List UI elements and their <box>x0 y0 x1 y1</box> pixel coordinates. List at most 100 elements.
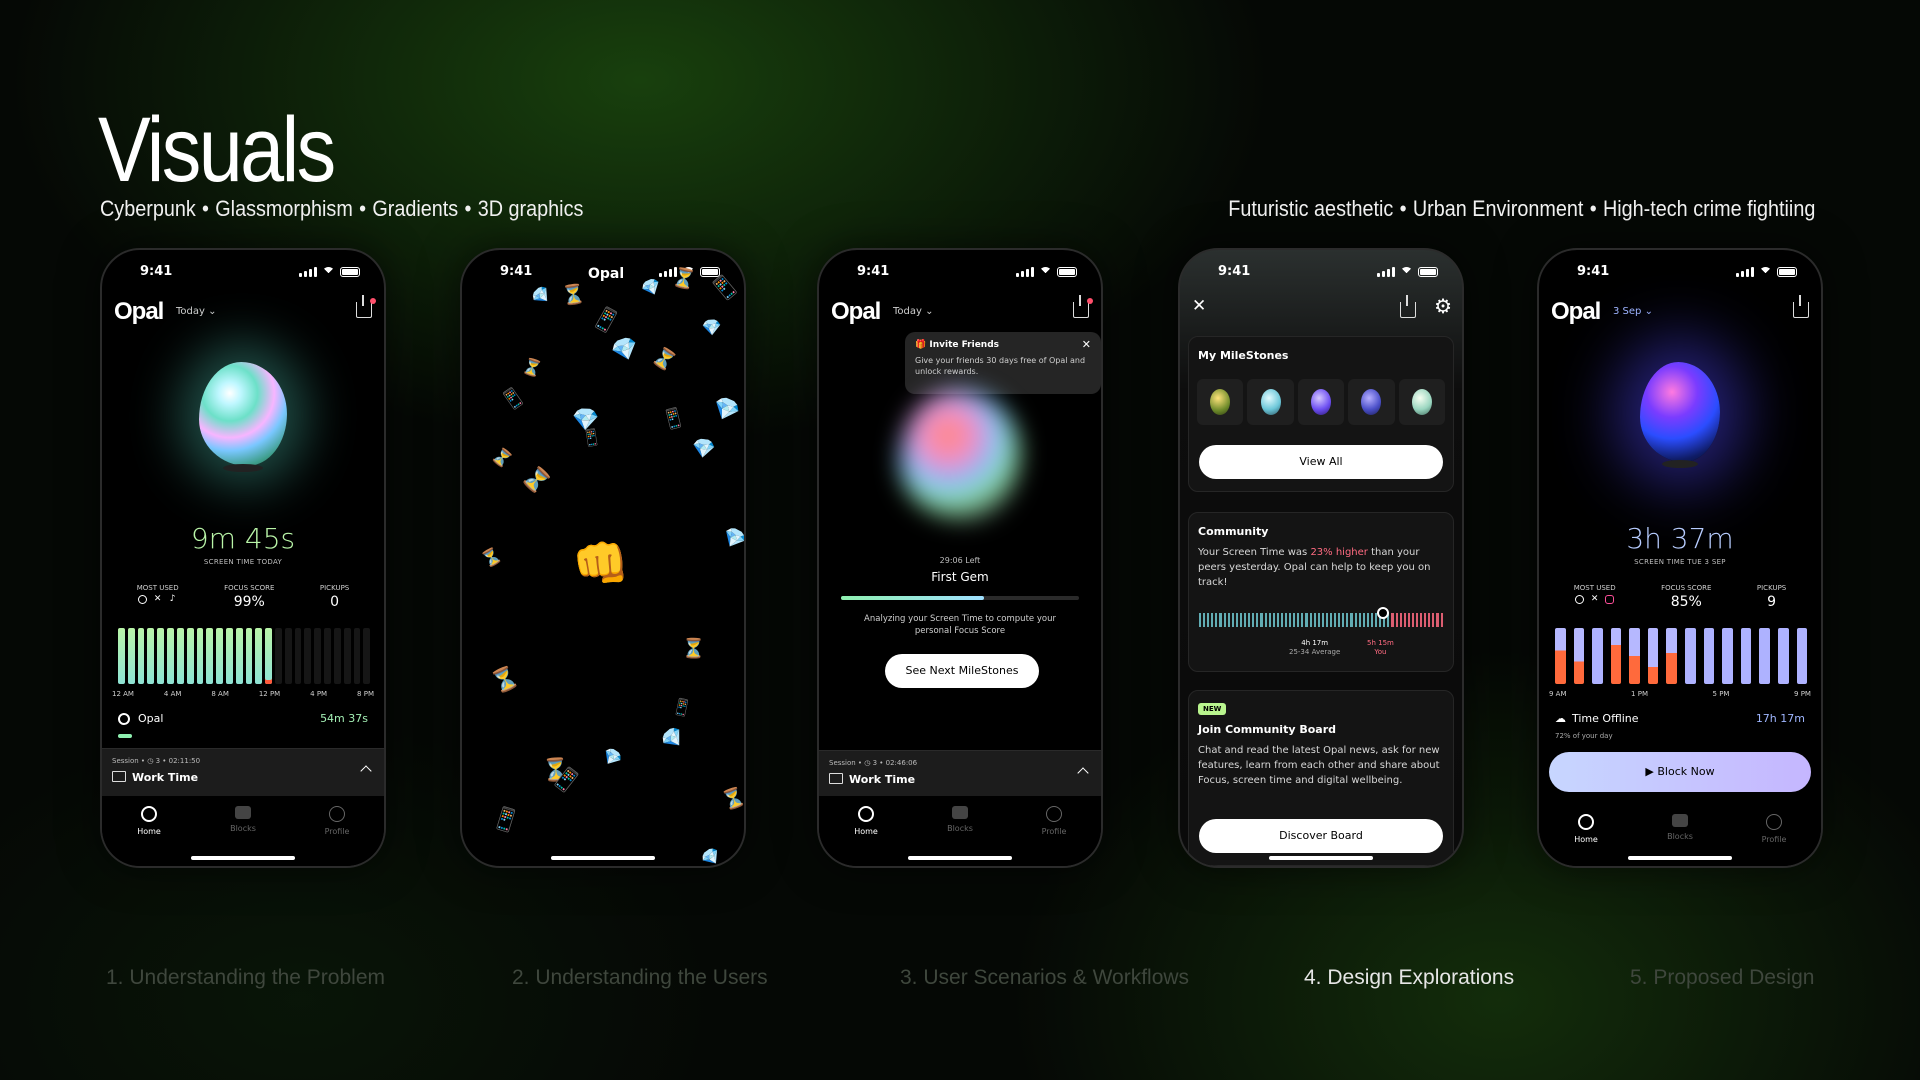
scale-tick <box>1325 613 1328 627</box>
phone-mockup-animation: 9:41 Opal 💎 ⏳ 📱 💎 ⏳ 📱 💎 ⏳ 💎 ⏳ 📱 💎 ⏳ 📱 💎 ⏳ 💎 ⏳ 📱 💎 ⏳ 📱 💎 ⏳ 💎 ⏳ 📱 💎 ⏳ 📱… <box>460 248 746 868</box>
view-all-button[interactable]: View All <box>1199 445 1443 479</box>
share-icon[interactable] <box>1073 295 1089 318</box>
usage-bar <box>1629 628 1640 684</box>
status-bar: 9:41 <box>1180 264 1462 284</box>
particle-emoji-icon: 💎 <box>701 317 723 338</box>
scale-tick <box>1415 613 1419 627</box>
particle-emoji-icon: 📱 <box>659 405 688 433</box>
usage-bar-chart[interactable] <box>118 624 371 684</box>
status-bar: 9:41 <box>1539 264 1821 284</box>
tab-home[interactable]: Home <box>836 806 896 866</box>
date-picker[interactable]: Today ⌄ <box>893 306 934 317</box>
tab-profile[interactable]: Profile <box>307 806 367 866</box>
see-next-milestones-button[interactable]: See Next MileStones <box>885 654 1039 688</box>
date-picker[interactable]: 3 Sep ⌄ <box>1613 306 1653 317</box>
tab-profile[interactable]: Profile <box>1744 814 1804 866</box>
share-icon[interactable] <box>1793 295 1809 318</box>
share-icon[interactable] <box>356 295 372 318</box>
nav-understanding-users[interactable]: 2. Understanding the Users <box>512 966 768 990</box>
usage-bar <box>275 628 282 684</box>
milestone-gem-item[interactable] <box>1247 379 1294 425</box>
share-icon[interactable] <box>1400 295 1416 318</box>
focus-score-stat[interactable]: FOCUS SCORE 99% <box>224 584 274 610</box>
usage-bar <box>1647 628 1659 684</box>
battery-icon <box>1777 267 1797 277</box>
app-usage-row[interactable]: Opal 54m 37s <box>118 712 368 725</box>
usage-bar <box>353 628 361 684</box>
scale-tick <box>1280 613 1283 627</box>
session-panel[interactable]: Session • ◷ 3 • 02:11:50 Work Time <box>102 748 384 798</box>
time-offline-row[interactable]: ☁ Time Offline 17h 17m <box>1555 712 1805 725</box>
particle-emoji-icon: ⏳ <box>669 265 698 293</box>
usage-bar <box>343 628 351 684</box>
scale-tick <box>1276 613 1279 627</box>
pickups-stat[interactable]: PICKUPS 0 <box>320 584 349 610</box>
pickups-stat[interactable]: PICKUPS 9 <box>1757 584 1786 610</box>
scale-handle[interactable] <box>1377 607 1389 619</box>
scale-tick <box>1199 613 1202 627</box>
usage-bar <box>1796 628 1808 684</box>
scale-tick <box>1264 613 1267 627</box>
usage-bar <box>363 628 371 684</box>
focus-score-stat[interactable]: FOCUS SCORE 85% <box>1661 584 1711 610</box>
home-icon <box>141 806 157 822</box>
usage-bar <box>284 628 292 684</box>
tab-profile[interactable]: Profile <box>1024 806 1084 866</box>
chevron-up-icon[interactable] <box>1077 767 1089 779</box>
tag: Urban Environment <box>1412 196 1584 221</box>
particle-emoji-icon: 💎 <box>718 523 746 555</box>
usage-bar <box>324 628 331 684</box>
tab-home[interactable]: Home <box>119 806 179 866</box>
signal-icon <box>1016 267 1034 277</box>
scale-tick <box>1223 613 1226 627</box>
nav-design-explorations[interactable]: 4. Design Explorations <box>1304 966 1514 990</box>
scale-tick <box>1203 613 1206 627</box>
wifi-icon <box>1759 267 1772 280</box>
date-picker[interactable]: Today ⌄ <box>176 306 217 317</box>
usage-bar-chart[interactable] <box>1555 624 1808 684</box>
close-icon[interactable]: ✕ <box>1082 338 1091 351</box>
gift-icon: 🎁 <box>915 340 927 350</box>
usage-bar <box>127 628 135 684</box>
milestone-gem-item[interactable] <box>1297 379 1345 425</box>
nav-user-scenarios[interactable]: 3. User Scenarios & Workflows <box>900 966 1189 990</box>
scale-tick <box>1309 613 1312 627</box>
milestone-gem-item[interactable] <box>1348 379 1395 425</box>
opal-gem-image <box>199 362 287 466</box>
usage-bar <box>157 628 165 684</box>
invite-friends-popover[interactable]: 🎁 Invite Friends Give your friends 30 da… <box>905 332 1101 394</box>
close-icon[interactable]: ✕ <box>1192 296 1206 316</box>
profile-icon <box>1046 806 1062 822</box>
gear-icon[interactable]: ⚙ <box>1434 294 1452 318</box>
scale-tick <box>1301 613 1304 627</box>
session-panel[interactable]: Session • ◷ 3 • 02:46:06 Work Time <box>819 750 1101 800</box>
particle-emoji-icon: 📱 <box>670 696 694 719</box>
tag: Glassmorphism <box>215 196 353 221</box>
chevron-up-icon[interactable] <box>360 765 372 777</box>
x-app-icon: ✕ <box>1590 594 1599 604</box>
scale-tick <box>1293 613 1296 627</box>
scale-tick <box>1391 613 1394 627</box>
usage-bar <box>1555 628 1566 684</box>
milestone-gem-item[interactable] <box>1197 379 1244 425</box>
opal-ring-icon <box>118 713 130 725</box>
most-used-stat[interactable]: MOST USED ✕ <box>1574 584 1616 610</box>
battery-icon <box>1057 267 1077 277</box>
block-now-button[interactable]: ▶ Block Now <box>1549 752 1811 792</box>
usage-bar <box>245 628 253 684</box>
milestone-gem-item[interactable] <box>1398 379 1446 425</box>
nav-proposed-design[interactable]: 5. Proposed Design <box>1630 966 1814 990</box>
particle-emoji-icon: ⏳ <box>488 443 516 472</box>
average-marker: 4h 17m 25-34 Average <box>1289 639 1341 657</box>
nav-understanding-problem[interactable]: 1. Understanding the Problem <box>106 966 385 990</box>
particle-emoji-icon: 💎 <box>708 393 744 428</box>
notification-dot <box>1087 298 1093 304</box>
gem-progress-track <box>841 596 1079 600</box>
opal-logo: Opal <box>831 298 881 325</box>
chevron-down-icon: ⌄ <box>925 306 934 317</box>
opal-logo: Opal <box>114 298 164 325</box>
tab-home[interactable]: Home <box>1556 814 1616 866</box>
scale-tick <box>1297 613 1300 627</box>
most-used-stat[interactable]: MOST USED ✕ ♪ <box>137 584 179 610</box>
discover-board-button[interactable]: Discover Board <box>1199 819 1443 853</box>
